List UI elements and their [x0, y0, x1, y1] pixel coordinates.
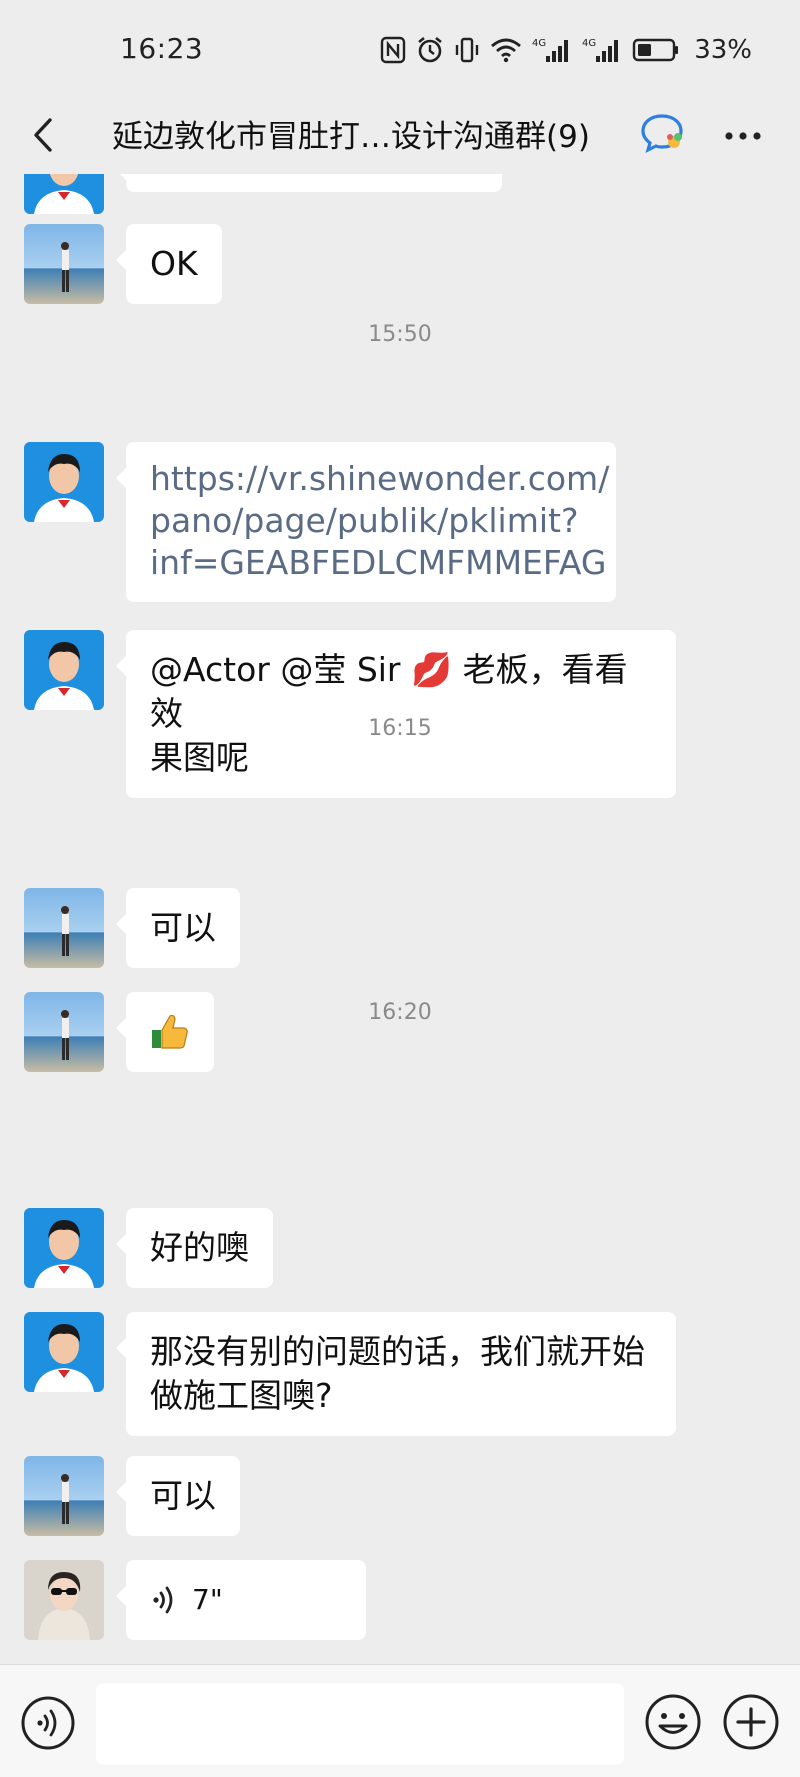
input-bar: [0, 1664, 800, 1777]
timestamp: 16:20: [368, 1000, 432, 1025]
link-bubble[interactable]: https://vr.shinewonder.com/ pano/page/pu…: [116, 442, 616, 602]
message-bubble[interactable]: 那没有别的问题的话，我们就开始 做施工图噢?: [116, 1312, 676, 1436]
beach-avatar[interactable]: [24, 1456, 104, 1536]
signal-icon: 4G: [532, 36, 572, 64]
voice-toggle-icon[interactable]: [20, 1695, 76, 1751]
message-text-line: 果图呢: [150, 738, 249, 777]
status-bar: 16:23 4G 4G 33%: [0, 0, 800, 100]
message-text: 可以: [150, 908, 216, 947]
wifi-icon: [490, 37, 522, 63]
voice-message-bubble[interactable]: 7": [116, 1560, 366, 1640]
woman-avatar[interactable]: [24, 1560, 104, 1640]
boy-avatar[interactable]: [24, 630, 104, 710]
timestamp: 16:15: [368, 716, 432, 741]
battery-icon: [632, 37, 680, 63]
beach-avatar[interactable]: [24, 224, 104, 304]
message-bubble-partial[interactable]: [116, 174, 502, 192]
voice-duration: 7": [192, 1583, 223, 1616]
message-bubble[interactable]: OK: [116, 224, 222, 304]
message-bubble[interactable]: 可以: [116, 888, 240, 968]
back-chevron-icon[interactable]: [26, 112, 60, 158]
nfc-icon: [380, 36, 406, 64]
message-text-line: 那没有别的问题的话，我们就开始: [150, 1332, 645, 1371]
vibrate-icon: [454, 36, 480, 64]
link-text-line[interactable]: inf=GEABFEDLCMFMMEFAG: [150, 542, 606, 584]
network-label: 4G: [532, 38, 546, 49]
plus-icon[interactable]: [722, 1693, 780, 1751]
link-text-line[interactable]: pano/page/publik/pklimit?: [150, 500, 592, 542]
status-time: 16:23: [120, 32, 204, 65]
boy-avatar[interactable]: [24, 442, 104, 522]
status-icons: 4G 4G 33%: [380, 32, 752, 68]
link-text-line[interactable]: https://vr.shinewonder.com/: [150, 458, 609, 500]
message-text: 好的噢: [150, 1228, 249, 1267]
message-text-line: 做施工图噢?: [150, 1376, 333, 1415]
boy-avatar[interactable]: [24, 1208, 104, 1288]
message-text: 可以: [150, 1476, 216, 1515]
message-bubble[interactable]: 好的噢: [116, 1208, 273, 1288]
boy-avatar[interactable]: [24, 174, 104, 214]
signal-icon: 4G: [582, 36, 622, 64]
boy-avatar[interactable]: [24, 1312, 104, 1392]
voice-wave-icon: [153, 1586, 173, 1614]
alarm-icon: [416, 36, 444, 64]
title-bar: 延边敦化市冒肚打…设计沟通群(9): [0, 100, 800, 174]
network-label: 4G: [582, 38, 596, 49]
beach-avatar[interactable]: [24, 888, 104, 968]
message-bubble[interactable]: @Actor @莹 Sir 💋 老板，看看效 果图呢: [116, 630, 676, 798]
message-text: OK: [150, 244, 198, 283]
group-chat-badge-icon: [640, 112, 686, 156]
chat-area[interactable]: OK 15:50 https://vr.shinewonder.com/ pan…: [0, 174, 800, 1664]
emoji-icon[interactable]: [644, 1693, 702, 1751]
message-input[interactable]: [96, 1683, 624, 1765]
more-dots-icon[interactable]: [720, 116, 766, 156]
timestamp: 15:50: [368, 322, 432, 347]
message-bubble[interactable]: 可以: [116, 1456, 240, 1536]
battery-percent: 33%: [694, 35, 752, 65]
chat-title: 延边敦化市冒肚打…设计沟通群(9): [112, 119, 590, 155]
